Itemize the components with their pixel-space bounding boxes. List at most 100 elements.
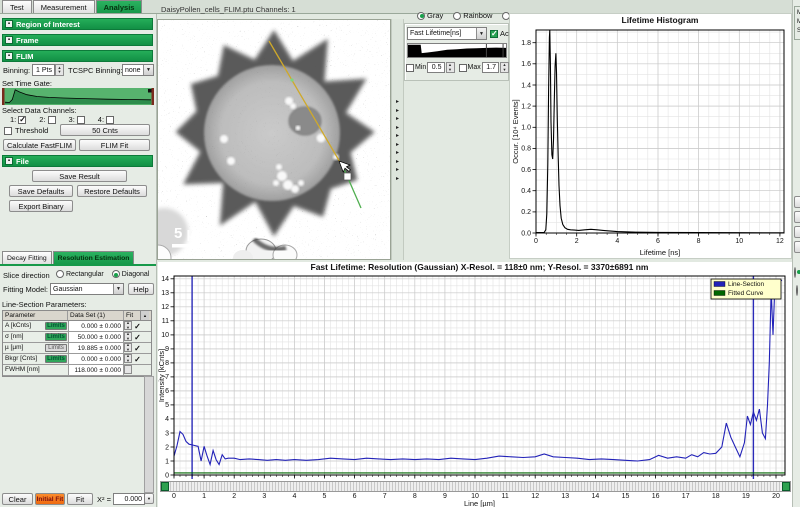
image-tool-button[interactable]: ▸	[396, 142, 399, 148]
min-value-field[interactable]: 0.5	[427, 62, 444, 73]
radio-icon[interactable]	[417, 12, 425, 20]
max-spinner[interactable]: ▲▼	[500, 62, 509, 73]
mode-gray[interactable]: Gray	[417, 11, 443, 20]
param-spinner[interactable]: ▲▼	[124, 332, 132, 341]
param-spinner[interactable]: ▲▼	[124, 354, 132, 363]
image-tool-button[interactable]: ▸	[396, 150, 399, 156]
export-binary-button[interactable]: Export Binary	[9, 200, 73, 212]
limits-button[interactable]: Limits	[45, 355, 67, 363]
tab-analysis[interactable]: Analysis	[96, 0, 143, 13]
col-header-parameter[interactable]: Parameter	[3, 311, 68, 320]
range-handle-right[interactable]	[782, 482, 790, 491]
collapse-icon[interactable]: ▪	[5, 20, 13, 28]
param-value[interactable]: 19.885 ± 0.000	[68, 343, 124, 353]
collapse-icon[interactable]: ▪	[5, 157, 13, 165]
right-strip-radio-2[interactable]	[796, 285, 798, 296]
collapse-icon[interactable]: ▪	[5, 36, 13, 44]
binning-spinner[interactable]: ▲▼	[55, 64, 64, 76]
fit-checkbox[interactable]: ✓	[132, 343, 143, 353]
right-strip-button[interactable]	[794, 196, 800, 208]
chevron-down-icon[interactable]: ▼	[476, 28, 486, 39]
calculate-fastflim-button[interactable]: Calculate FastFLIM	[3, 139, 76, 151]
param-value[interactable]: 118.000 ± 0.000	[68, 365, 124, 375]
fit-button[interactable]: Fit	[67, 493, 93, 505]
save-result-button[interactable]: Save Result	[32, 170, 127, 182]
svg-text:15: 15	[622, 493, 630, 500]
max-value-field[interactable]: 1.7	[482, 62, 499, 73]
image-tool-button[interactable]: ▸	[396, 125, 399, 131]
help-button[interactable]: Help	[128, 283, 154, 295]
limits-button[interactable]: Limits	[45, 333, 67, 341]
channel-checkbox-4[interactable]	[106, 116, 114, 124]
image-tool-button[interactable]: ▸	[396, 108, 399, 114]
collapse-icon[interactable]: ▪	[5, 52, 13, 60]
col-header-dataset[interactable]: Data Set (1)	[68, 311, 124, 320]
section-header-file[interactable]: ▪File	[2, 155, 153, 167]
plot-range-slider[interactable]	[160, 481, 791, 492]
limits-button[interactable]: Limits	[45, 344, 67, 352]
param-value[interactable]: 0.000 ± 0.000	[68, 354, 124, 364]
param-value[interactable]: 0.000 ± 0.000	[68, 321, 124, 331]
section-header-frame[interactable]: ▪Frame	[2, 34, 153, 46]
radio-icon[interactable]	[56, 270, 64, 278]
image-tool-button[interactable]: ▸	[396, 176, 399, 182]
slice-option-rectangular[interactable]: Rectangular	[56, 270, 104, 278]
range-handle-left[interactable]	[161, 482, 169, 491]
lifetime-histogram-chart[interactable]: 0246810120.00.20.40.60.81.01.21.41.61.8L…	[510, 14, 791, 258]
section-header-roi[interactable]: ▪Region of Interest	[2, 18, 153, 30]
image-tool-button[interactable]: ▸	[396, 159, 399, 165]
initial-fit-button[interactable]: Initial Fit	[35, 493, 65, 505]
tab-decay-fitting[interactable]: Decay Fitting	[2, 251, 52, 264]
radio-icon[interactable]	[453, 12, 461, 20]
tab-measurement[interactable]: Measurement	[33, 0, 95, 13]
fit-checkbox[interactable]: ✓	[132, 321, 143, 331]
clear-button[interactable]: Clear	[2, 493, 33, 505]
image-tool-button[interactable]: ▸	[396, 133, 399, 139]
fit-checkbox[interactable]: ✓	[132, 354, 143, 364]
right-strip-button[interactable]	[794, 211, 800, 223]
section-header-flim[interactable]: ▪FLIM	[2, 50, 153, 62]
channel-checkbox-2[interactable]	[48, 116, 56, 124]
threshold-value-button[interactable]: 50 Cnts	[60, 124, 150, 136]
right-strip-button[interactable]	[794, 226, 800, 238]
right-strip-button[interactable]	[794, 241, 800, 253]
limits-button[interactable]: Limits	[45, 322, 67, 330]
param-value[interactable]: 50.000 ± 0.000	[68, 332, 124, 342]
chevron-down-icon[interactable]: ▼	[143, 65, 153, 75]
binning-field[interactable]: 1 Pts	[32, 64, 55, 76]
tcspc-binning-dropdown[interactable]: none▼	[122, 64, 154, 76]
svg-text:0: 0	[165, 472, 169, 479]
flim-fit-button[interactable]: FLIM Fit	[79, 139, 150, 151]
panel-scrollbar[interactable]	[144, 376, 154, 493]
tab-resolution-estimation[interactable]: Resolution Estimation	[53, 251, 135, 264]
param-spinner[interactable]: ▲▼	[124, 321, 132, 330]
chevron-down-icon[interactable]: ▼	[113, 284, 123, 294]
image-tool-button[interactable]: ▸	[396, 116, 399, 122]
scroll-up-icon[interactable]: ▲	[140, 311, 149, 320]
channel-checkbox-3[interactable]	[77, 116, 85, 124]
fitting-model-dropdown[interactable]: Gaussian▼	[50, 283, 124, 295]
lut-histogram[interactable]	[407, 43, 507, 58]
lut-channel-dropdown[interactable]: Fast Lifetime[ns]▼	[407, 27, 487, 40]
tab-test[interactable]: Test	[2, 0, 32, 13]
save-defaults-button[interactable]: Save Defaults	[9, 185, 73, 197]
restore-defaults-button[interactable]: Restore Defaults	[77, 185, 147, 197]
param-spinner[interactable]: ▲▼	[124, 343, 132, 352]
max-checkbox[interactable]	[459, 64, 467, 72]
line-section-chart[interactable]: 0123456789101112131415161718192001234567…	[158, 262, 792, 507]
min-checkbox[interactable]	[406, 64, 414, 72]
fit-checkbox[interactable]: ✓	[132, 332, 143, 342]
image-tool-button[interactable]: ▸	[396, 167, 399, 173]
radio-icon[interactable]	[112, 270, 120, 278]
right-strip-radio-1[interactable]	[794, 267, 796, 278]
image-tool-button[interactable]: ▸	[396, 99, 399, 105]
slice-option-diagonal[interactable]: Diagonal	[112, 270, 150, 278]
min-spinner[interactable]: ▲▼	[446, 62, 455, 73]
col-header-fit[interactable]: Fit	[124, 311, 140, 320]
threshold-checkbox[interactable]	[4, 127, 12, 135]
active-checkbox[interactable]	[490, 30, 498, 38]
time-gate-plot[interactable]	[2, 88, 154, 105]
mode-rainbow[interactable]: Rainbow	[453, 11, 492, 20]
channel-checkbox-1[interactable]	[18, 116, 26, 124]
flim-image[interactable]: 5 µm	[157, 19, 391, 260]
